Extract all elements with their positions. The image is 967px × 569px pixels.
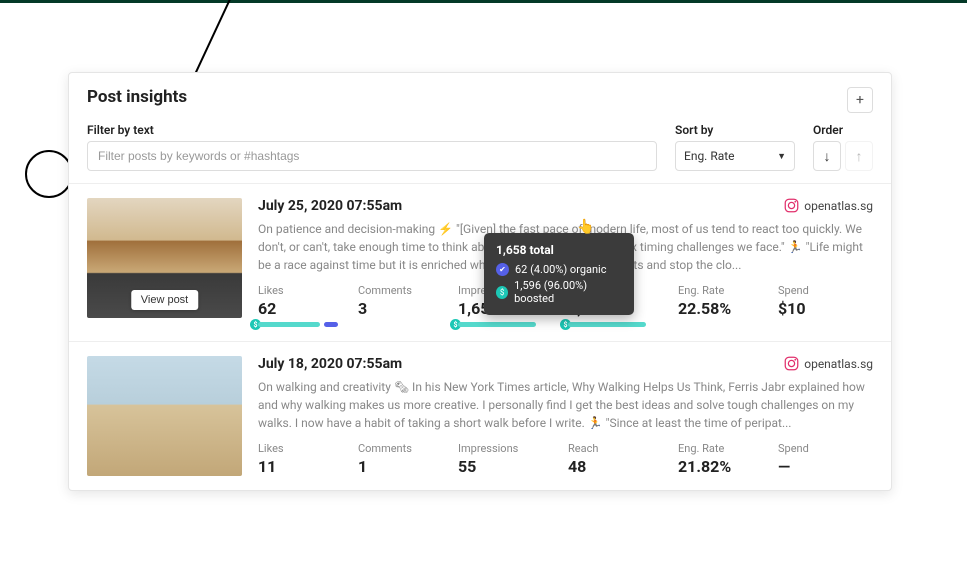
order-label: Order [813, 123, 873, 137]
view-post-button[interactable]: View post [131, 290, 199, 310]
metric-value-spend: — [778, 457, 878, 476]
metric-label-impressions: Impressions [458, 442, 568, 455]
tooltip-boosted: 1,596 (96.00%) boosted [514, 279, 622, 305]
metric-value-spend: $10 [778, 299, 878, 318]
metric-value-impressions: 55 [458, 457, 568, 476]
page-top-accent [0, 0, 967, 3]
metric-label-spend: Spend [778, 442, 878, 455]
metric-label-likes: Likes [258, 442, 358, 455]
post-thumbnail[interactable]: View post [87, 198, 242, 318]
post-row: July 18, 2020 07:55am On walking and cre… [69, 341, 891, 490]
instagram-icon [784, 198, 799, 213]
account-handle: openatlas.sg [804, 357, 873, 371]
arrow-down-icon: ↓ [824, 148, 831, 165]
metric-label-comments: Comments [358, 442, 458, 455]
instagram-icon [784, 356, 799, 371]
metric-label-engrate: Eng. Rate [678, 284, 778, 297]
metric-label-reach: Reach [568, 442, 678, 455]
sort-label: Sort by [675, 123, 795, 137]
chevron-down-icon: ▼ [777, 151, 786, 162]
tooltip-total: 1,658 total [496, 243, 622, 257]
metric-value-likes: 62 [258, 299, 358, 318]
post-caption: On walking and creativity 🗞 In his New Y… [258, 378, 873, 432]
metric-label-likes: Likes [258, 284, 358, 297]
impressions-tooltip: 1,658 total ✔ 62 (4.00%) organic $ 1,596… [484, 233, 634, 315]
metric-value-engrate: 22.58% [678, 299, 778, 318]
post-date: July 25, 2020 07:55am [258, 198, 873, 214]
post-row: View post July 25, 2020 07:55am On patie… [69, 183, 891, 341]
account-handle: openatlas.sg [804, 199, 873, 213]
account-link[interactable]: openatlas.sg [784, 198, 873, 213]
post-date: July 18, 2020 07:55am [258, 356, 873, 372]
impressions-breakdown-bar[interactable] [458, 322, 538, 327]
page-title: Post insights [87, 87, 847, 107]
tooltip-organic: 62 (4.00%) organic [515, 263, 607, 276]
annotation-circle [25, 150, 73, 198]
filter-input[interactable] [87, 141, 657, 171]
boosted-dot-icon: $ [496, 286, 508, 299]
metric-label-engrate: Eng. Rate [678, 442, 778, 455]
metric-value-engrate: 21.82% [678, 457, 778, 476]
post-thumbnail[interactable] [87, 356, 242, 476]
order-asc-button[interactable]: ↑ [845, 141, 873, 171]
metric-value-likes: 11 [258, 457, 358, 476]
metric-value-comments: 1 [358, 457, 458, 476]
filter-label: Filter by text [87, 123, 657, 137]
sort-select[interactable]: Eng. Rate ▼ [675, 141, 795, 171]
likes-breakdown-bar[interactable] [258, 322, 338, 327]
reach-breakdown-bar[interactable] [568, 322, 648, 327]
organic-dot-icon: ✔ [496, 263, 509, 276]
account-link[interactable]: openatlas.sg [784, 356, 873, 371]
metric-label-comments: Comments [358, 284, 458, 297]
order-desc-button[interactable]: ↓ [813, 141, 841, 171]
metric-value-comments: 3 [358, 299, 458, 318]
add-button[interactable]: + [847, 87, 873, 113]
metric-value-reach: 48 [568, 457, 678, 476]
cursor-pointer-icon: 👆 [577, 219, 594, 235]
metric-label-spend: Spend [778, 284, 878, 297]
arrow-up-icon: ↑ [856, 148, 863, 165]
post-insights-card: Post insights + Filter by text Sort by E… [68, 72, 892, 491]
sort-selected: Eng. Rate [684, 149, 735, 163]
